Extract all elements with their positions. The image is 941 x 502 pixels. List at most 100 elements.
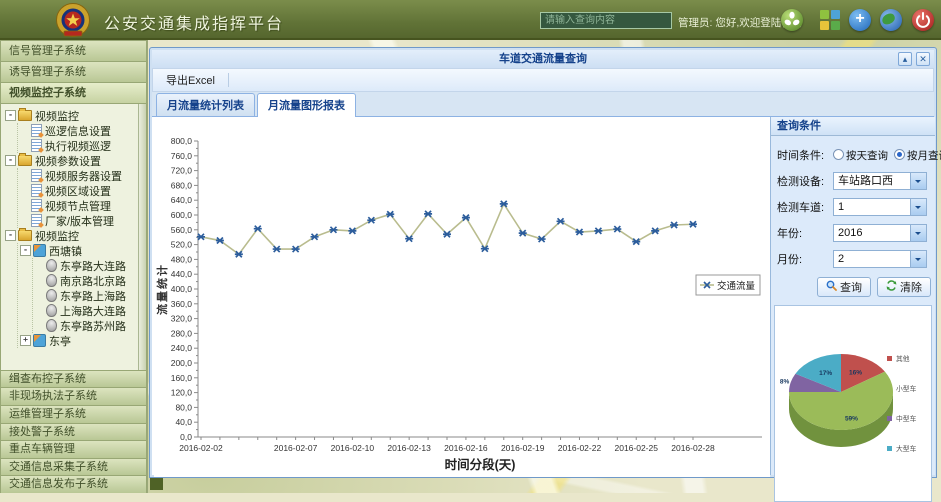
tree-node-folder[interactable]: -视频参数设置 xyxy=(5,153,144,168)
lane-select[interactable]: 1 xyxy=(833,198,927,216)
tree-node-page[interactable]: 视频节点管理 xyxy=(20,198,144,213)
police-badge-logo xyxy=(55,2,91,44)
tree-toggle-icon[interactable]: - xyxy=(20,245,31,256)
tree-node-page[interactable]: 厂家/版本管理 xyxy=(20,213,144,228)
tree-node-area[interactable]: -西塘镇 xyxy=(20,243,144,258)
svg-text:2016-02-07: 2016-02-07 xyxy=(274,443,318,453)
chevron-down-icon[interactable] xyxy=(910,225,926,241)
svg-text:200,0: 200,0 xyxy=(171,358,193,368)
tab-month-list[interactable]: 月流量统计列表 xyxy=(156,93,255,116)
window-toolbar: 导出Excel xyxy=(152,68,934,92)
query-panel-title: 查询条件 xyxy=(771,117,935,136)
tree-node-area[interactable]: +东亭 xyxy=(20,333,144,348)
tree-children: 视频服务器设置视频区域设置视频节点管理厂家/版本管理 xyxy=(17,168,144,228)
tree-children: 东亭路大连路南京路北京路东亭路上海路上海路大连路东亭路苏州路 xyxy=(32,258,144,333)
month-label: 月份: xyxy=(775,251,833,267)
toolbar-separator xyxy=(228,73,229,87)
svg-text:小型车: 小型车 xyxy=(896,384,917,393)
svg-text:2016-02-02: 2016-02-02 xyxy=(179,443,223,453)
time-condition-label: 时间条件: xyxy=(775,147,833,163)
tree-node-page[interactable]: 巡逻信息设置 xyxy=(20,123,144,138)
svg-text:240,0: 240,0 xyxy=(171,343,193,353)
tree-toggle-icon[interactable]: - xyxy=(5,230,16,241)
svg-text:560,0: 560,0 xyxy=(171,225,193,235)
svg-text:720,0: 720,0 xyxy=(171,166,193,176)
close-window-button[interactable]: ✕ xyxy=(916,52,930,66)
platform-recycle-icon[interactable] xyxy=(781,9,803,31)
radio-option-by-day[interactable]: 按天查询 xyxy=(833,148,888,163)
sidebar-bottom-panels: 缉查布控子系统非现场执法子系统运维管理子系统接处警子系统重点车辆管理交通信息采集… xyxy=(0,370,147,493)
global-search-input[interactable] xyxy=(540,12,672,29)
chevron-down-icon[interactable] xyxy=(910,173,926,189)
add-icon[interactable]: + xyxy=(849,9,871,31)
tree-node-page[interactable]: 视频服务器设置 xyxy=(20,168,144,183)
clear-icon xyxy=(886,280,897,294)
sidebar-panel-bottom-4[interactable]: 重点车辆管理 xyxy=(0,440,147,458)
page-icon xyxy=(31,199,42,212)
tree-node-camera[interactable]: 上海路大连路 xyxy=(35,303,144,318)
chevron-down-icon[interactable] xyxy=(910,251,926,267)
export-excel-button[interactable]: 导出Excel xyxy=(157,69,224,91)
window-content: 0,040,080,0120,0160,0200,0240,0280,0320,… xyxy=(152,117,934,475)
device-row: 检测设备: 车站路口西 xyxy=(775,168,931,194)
collapse-window-button[interactable]: ▴ xyxy=(898,52,912,66)
sidebar-panel-bottom-5[interactable]: 交通信息采集子系统 xyxy=(0,458,147,476)
sidebar-panel-0[interactable]: 信号管理子系统 xyxy=(0,40,147,61)
tree-node-camera[interactable]: 东亭路上海路 xyxy=(35,288,144,303)
tree-node-label: 东亭路苏州路 xyxy=(60,318,126,334)
camera-icon xyxy=(46,259,57,272)
year-select[interactable]: 2016 xyxy=(833,224,927,242)
tree-toggle-icon[interactable]: - xyxy=(5,110,16,121)
tree-node-camera[interactable]: 南京路北京路 xyxy=(35,273,144,288)
svg-text:0,0: 0,0 xyxy=(180,432,192,442)
tree-scrollbar[interactable] xyxy=(138,104,146,370)
vehicle-type-pie-chart: 16%59%8%17%其他小型车中型车大型车 xyxy=(775,306,931,496)
folder-icon xyxy=(18,230,32,241)
radio-by-day[interactable] xyxy=(833,149,844,160)
svg-text:16%: 16% xyxy=(849,370,862,377)
window-title: 车道交通流量查询 xyxy=(499,53,587,65)
month-select[interactable]: 2 xyxy=(833,250,927,268)
tree-toggle-icon[interactable]: - xyxy=(5,155,16,166)
lane-row: 检测车道:1 xyxy=(775,194,931,220)
svg-text:440,0: 440,0 xyxy=(171,269,193,279)
svg-text:其他: 其他 xyxy=(896,354,910,363)
sidebar-panel-2[interactable]: 视频监控子系统 xyxy=(0,82,147,103)
sidebar-panel-bottom-0[interactable]: 缉查布控子系统 xyxy=(0,370,147,388)
sidebar-panel-1[interactable]: 诱导管理子系统 xyxy=(0,61,147,82)
tree-node-camera[interactable]: 东亭路大连路 xyxy=(35,258,144,273)
tree-node-page[interactable]: 视频区域设置 xyxy=(20,183,144,198)
apps-grid-icon[interactable] xyxy=(819,9,841,31)
sidebar-panel-bottom-2[interactable]: 运维管理子系统 xyxy=(0,405,147,423)
device-select-value: 车站路口西 xyxy=(838,173,910,190)
sidebar-panel-bottom-1[interactable]: 非现场执法子系统 xyxy=(0,387,147,405)
tree-node-camera[interactable]: 东亭路苏州路 xyxy=(35,318,144,333)
tree-toggle-icon[interactable]: + xyxy=(20,335,31,346)
sidebar-panel-bottom-6[interactable]: 交通信息发布子系统 xyxy=(0,475,147,493)
radio-option-by-month[interactable]: 按月查询 xyxy=(894,148,941,163)
svg-text:大型车: 大型车 xyxy=(896,444,917,453)
search-button[interactable]: 查询 xyxy=(817,277,871,297)
query-panel: 查询条件 时间条件:按天查询按月查询检测设备:车站路口西检测车道:1年份:201… xyxy=(771,117,935,475)
map-globe-icon[interactable] xyxy=(880,9,902,31)
search-icon xyxy=(826,280,837,294)
line-chart-pane: 0,040,080,0120,0160,0200,0240,0280,0320,… xyxy=(152,117,771,475)
tree-node-folder[interactable]: -视频监控 xyxy=(5,228,144,243)
tree-node-label: 东亭路上海路 xyxy=(60,288,126,304)
tree-node-page[interactable]: 执行视频巡逻 xyxy=(20,138,144,153)
radio-by-month[interactable] xyxy=(894,149,905,160)
logout-power-icon[interactable] xyxy=(912,9,934,31)
sidebar-panel-bottom-3[interactable]: 接处警子系统 xyxy=(0,423,147,441)
svg-text:520,0: 520,0 xyxy=(171,240,193,250)
map-block-decoration xyxy=(150,477,163,490)
device-select[interactable]: 车站路口西 xyxy=(833,172,927,190)
sidebar-accordion: 信号管理子系统诱导管理子系统视频监控子系统 -视频监控巡逻信息设置执行视频巡逻-… xyxy=(0,40,148,493)
svg-text:600,0: 600,0 xyxy=(171,210,193,220)
tab-month-graph[interactable]: 月流量图形报表 xyxy=(257,93,356,117)
svg-text:360,0: 360,0 xyxy=(171,299,193,309)
chevron-down-icon[interactable] xyxy=(910,199,926,215)
tree-node-folder[interactable]: -视频监控 xyxy=(5,108,144,123)
clear-button[interactable]: 清除 xyxy=(877,277,931,297)
svg-text:680,0: 680,0 xyxy=(171,180,193,190)
device-label: 检测设备: xyxy=(775,173,833,189)
